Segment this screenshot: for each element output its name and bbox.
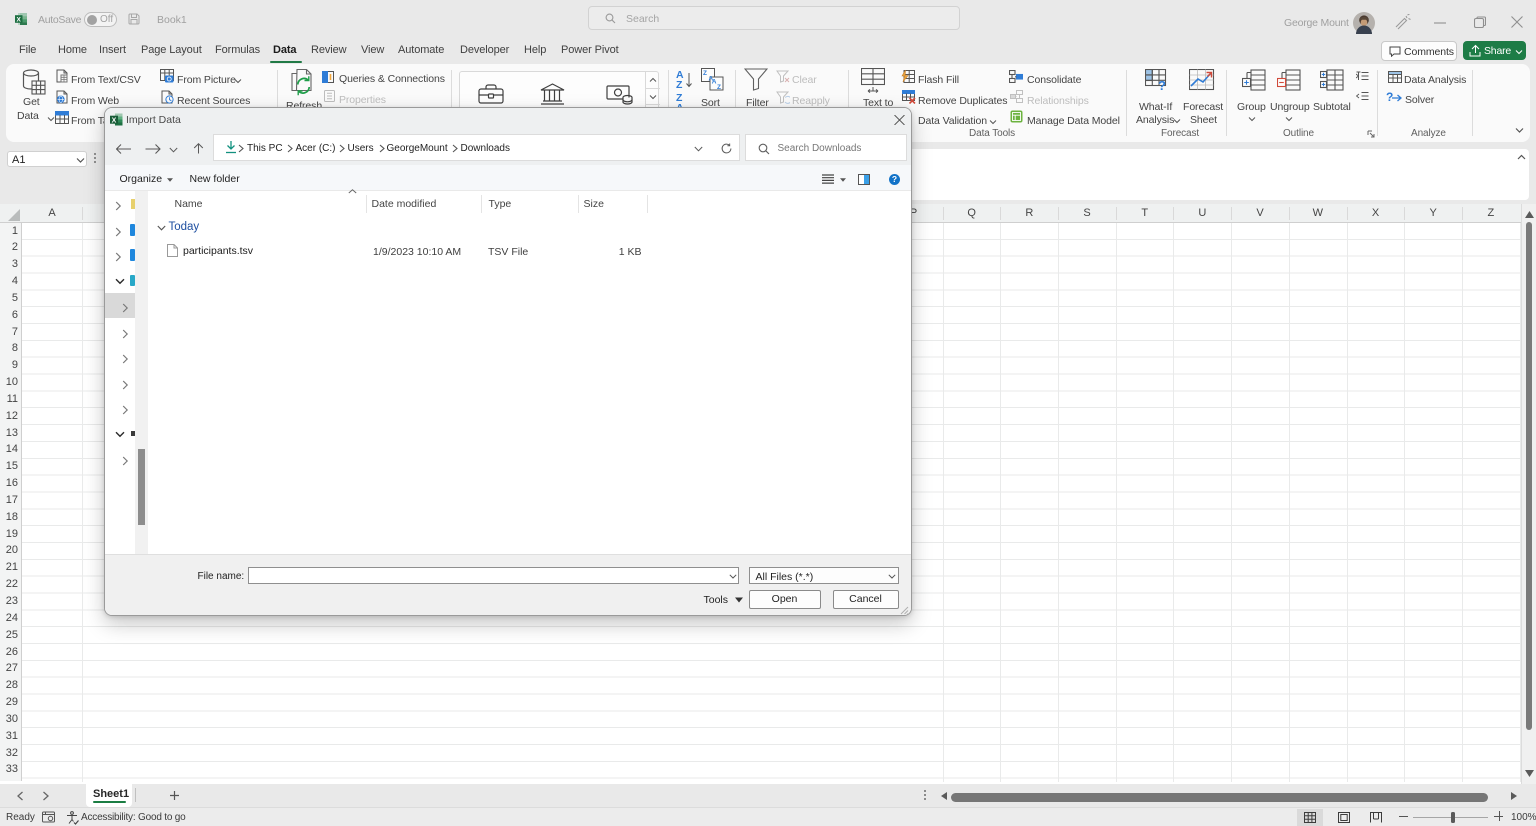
svg-text:X: X bbox=[17, 16, 22, 23]
svg-text:Z: Z bbox=[703, 70, 707, 77]
svg-text:X: X bbox=[112, 117, 117, 124]
svg-text:Z: Z bbox=[717, 84, 721, 91]
svg-text:?: ? bbox=[1158, 78, 1166, 91]
